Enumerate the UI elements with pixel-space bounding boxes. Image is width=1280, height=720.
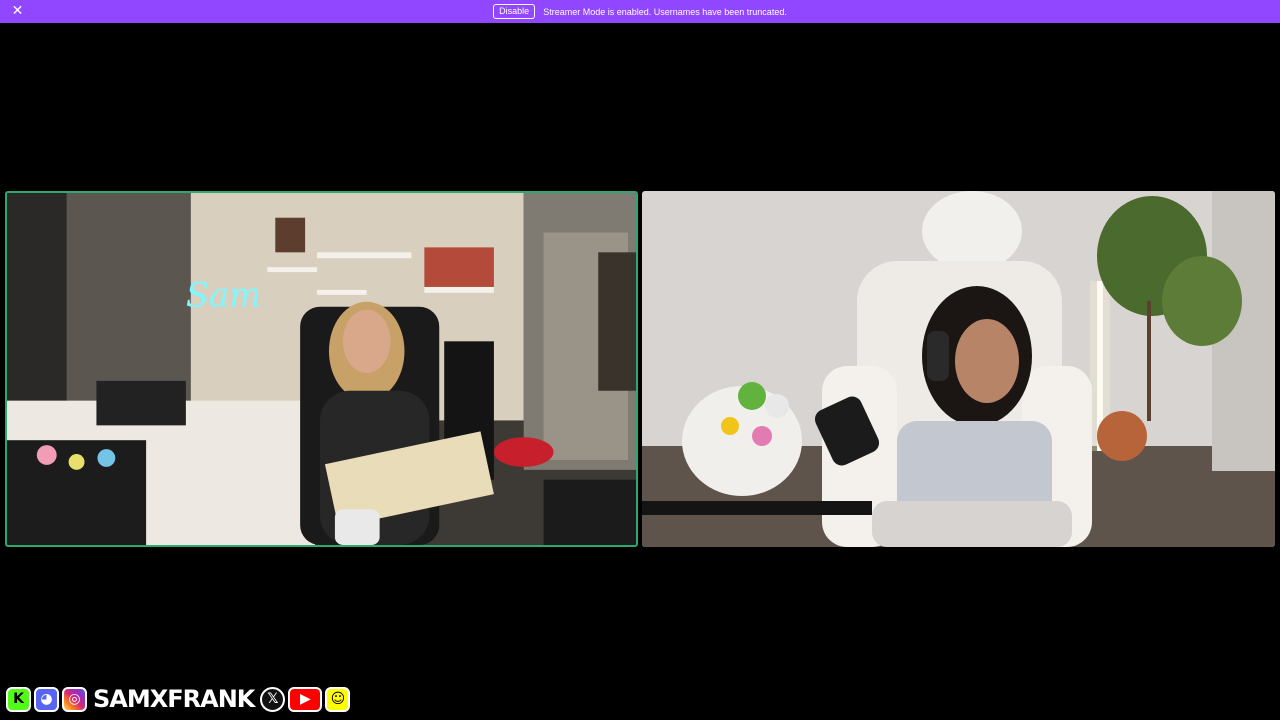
svg-text:Sam: Sam: [186, 276, 261, 315]
kick-icon[interactable]: K: [6, 686, 31, 712]
streamer-mode-banner: ✕ Disable Streamer Mode is enabled. User…: [0, 0, 1280, 23]
social-bar: K ◕ ◎ SAMXFRANK 𝕏 ▶ ☺: [6, 684, 351, 714]
disable-button[interactable]: Disable: [493, 4, 536, 19]
close-icon[interactable]: ✕: [10, 4, 25, 19]
youtube-icon[interactable]: ▶: [288, 686, 323, 712]
snapchat-icon[interactable]: ☺: [325, 686, 351, 712]
discord-icon[interactable]: ◕: [34, 686, 59, 712]
stream-page: ✕ Disable Streamer Mode is enabled. User…: [0, 0, 1280, 720]
video-tile-right[interactable]: [642, 191, 1275, 547]
instagram-icon[interactable]: ◎: [62, 686, 87, 712]
video-tile-left[interactable]: Sam: [5, 191, 638, 547]
channel-handle: SAMXFRANK: [93, 685, 255, 713]
video-feed-left: Sam: [7, 193, 636, 545]
banner-message: Streamer Mode is enabled. Usernames have…: [543, 6, 787, 17]
banner-content: Disable Streamer Mode is enabled. Userna…: [493, 4, 787, 19]
video-feed-right: [642, 191, 1275, 547]
x-icon[interactable]: 𝕏: [260, 686, 286, 712]
